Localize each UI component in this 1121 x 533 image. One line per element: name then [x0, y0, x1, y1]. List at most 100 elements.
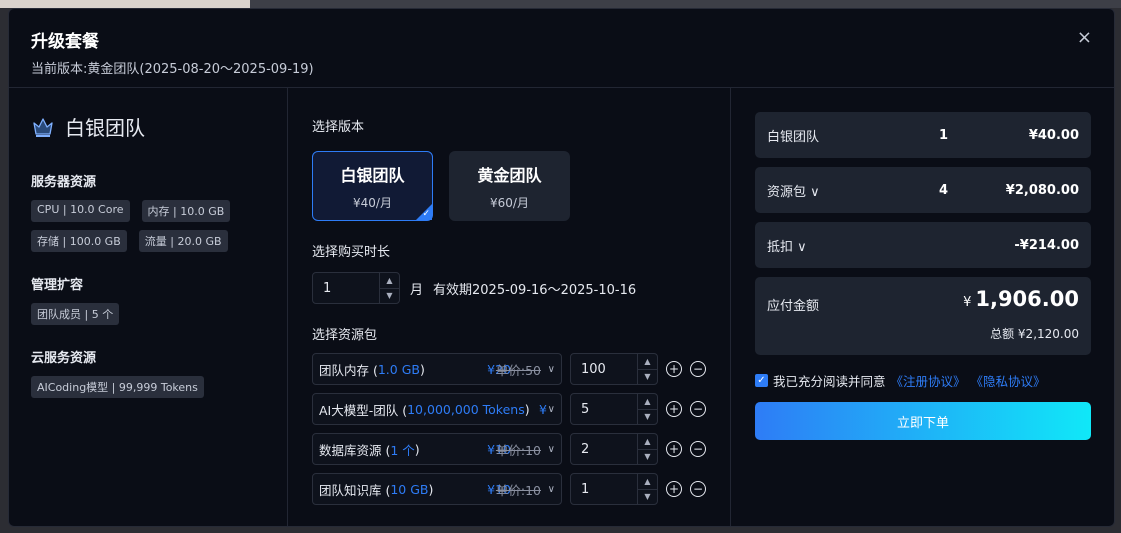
pay-label: 应付金额	[767, 299, 820, 314]
upgrade-modal: 升级套餐 当前版本:黄金团队(2025-08-20～2025-09-19) × …	[8, 8, 1115, 527]
resource-select[interactable]: 团队知识库 (10 GB) ¥10 单价:10 ∨	[312, 473, 562, 505]
close-icon[interactable]: ×	[1077, 27, 1092, 48]
quantity-stepper[interactable]: ▲▼	[570, 353, 658, 385]
summary-amount: ¥40.00	[1028, 127, 1079, 143]
duration-stepper[interactable]: ▲ ▼	[312, 272, 400, 304]
summary-qty: 4	[939, 182, 949, 198]
resource-tag: AICoding模型 | 99,999 Tokens	[31, 376, 204, 398]
chevron-up-icon[interactable]: ▲	[638, 354, 657, 369]
privacy-agreement-link[interactable]: 《隐私协议》	[971, 371, 1046, 390]
version-option-gold[interactable]: 黄金团队 ¥60/月	[449, 151, 570, 221]
payment-card: 应付金额 ¥1,906.00 总额 ¥2,120.00	[755, 277, 1091, 355]
resource-tag: 团队成员 | 5 个	[31, 303, 120, 325]
resource-name: 数据库资源 (	[319, 442, 391, 458]
resource-row: 团队内存 (1.0 GB) ¥20 单价:50 ∨ ▲▼ + −	[312, 353, 730, 385]
quantity-input[interactable]	[571, 434, 637, 464]
resource-name: 团队知识库 (	[319, 482, 391, 498]
minus-circle-icon[interactable]: −	[690, 361, 706, 377]
plan-details: 白银团队 服务器资源 CPU | 10.0 Core 内存 | 10.0 GB …	[9, 88, 288, 526]
version-name: 白银团队	[340, 165, 405, 185]
resource-close: )	[419, 361, 425, 377]
duration-label: 选择购买时长	[312, 245, 391, 260]
currency-symbol: ¥	[963, 295, 972, 310]
resource-tag: 流量 | 20.0 GB	[138, 230, 228, 252]
quantity-stepper[interactable]: ▲▼	[570, 433, 658, 465]
chevron-down-icon: ∨	[547, 443, 555, 455]
summary-qty: 1	[939, 127, 949, 143]
minus-circle-icon[interactable]: −	[690, 401, 706, 417]
chevron-up-icon[interactable]: ▲	[380, 273, 399, 288]
summary-label: 资源包 ∨	[767, 184, 820, 200]
resource-select[interactable]: 团队内存 (1.0 GB) ¥20 单价:50 ∨	[312, 353, 562, 385]
crown-icon	[33, 117, 53, 137]
resource-spec: 1 个	[390, 442, 415, 458]
resource-spec: 10 GB	[390, 481, 429, 497]
resource-row: 数据库资源 (1 个) ¥10 单价:10 ∨ ▲▼ + −	[312, 433, 730, 465]
chevron-down-icon[interactable]: ▼	[638, 448, 657, 465]
plus-circle-icon[interactable]: +	[666, 401, 682, 417]
summary-row-discount[interactable]: 抵扣 ∨ -¥214.00	[755, 222, 1091, 268]
background-strip	[0, 0, 250, 8]
resource-label: 选择资源包	[312, 328, 378, 343]
check-icon: ✓	[422, 209, 430, 219]
version-option-silver[interactable]: 白银团队 ¥40/月 ✓	[312, 151, 433, 221]
resource-tag: CPU | 10.0 Core	[31, 200, 130, 222]
version-price: ¥40/月	[353, 195, 392, 210]
plan-name: 白银团队	[65, 116, 145, 140]
agreement-text: 我已充分阅读并同意	[773, 374, 886, 389]
summary-amount: ¥2,080.00	[1005, 182, 1079, 198]
duration-input[interactable]	[313, 273, 379, 303]
quantity-input[interactable]	[571, 354, 637, 384]
version-name: 黄金团队	[477, 165, 542, 185]
pay-amount-value: 1,906.00	[975, 287, 1079, 311]
chevron-down-icon[interactable]: ▼	[638, 488, 657, 505]
section-title: 云服务资源	[31, 351, 97, 366]
resource-close: )	[414, 441, 420, 457]
register-agreement-link[interactable]: 《注册协议》	[891, 371, 966, 390]
modal-header: 升级套餐 当前版本:黄金团队(2025-08-20～2025-09-19) ×	[9, 9, 1114, 88]
summary-amount: -¥214.00	[1014, 237, 1079, 253]
modal-subtitle: 当前版本:黄金团队(2025-08-20～2025-09-19)	[31, 62, 314, 77]
summary-label: 抵扣 ∨	[767, 239, 807, 255]
chevron-down-icon[interactable]: ▼	[638, 368, 657, 385]
quantity-input[interactable]	[571, 474, 637, 504]
chevron-up-icon[interactable]: ▲	[638, 434, 657, 449]
quantity-input[interactable]	[571, 394, 637, 424]
quantity-stepper[interactable]: ▲▼	[570, 473, 658, 505]
resource-tag: 内存 | 10.0 GB	[141, 200, 231, 222]
resource-close: )	[428, 481, 434, 497]
resource-select[interactable]: AI大模型-团队 (10,000,000 Tokens) ¥ ∨	[312, 393, 562, 425]
chevron-down-icon: ∨	[547, 483, 555, 495]
minus-circle-icon[interactable]: −	[690, 441, 706, 457]
chevron-down-icon: ∨	[547, 403, 555, 415]
order-summary: 白银团队 1 ¥40.00 资源包 ∨ 4 ¥2,080.00 抵扣 ∨ -¥2…	[731, 88, 1114, 526]
plus-circle-icon[interactable]: +	[666, 481, 682, 497]
resource-name: 团队内存 (	[319, 362, 378, 378]
plus-circle-icon[interactable]: +	[666, 361, 682, 377]
agreement: ✓ 我已充分阅读并同意 《注册协议》 《隐私协议》	[755, 371, 1114, 390]
resource-spec: 1.0 GB	[377, 361, 420, 377]
resource-old-price: 单价:10	[495, 482, 541, 498]
plus-circle-icon[interactable]: +	[666, 441, 682, 457]
chevron-down-icon[interactable]: ▼	[380, 287, 399, 304]
resource-select[interactable]: 数据库资源 (1 个) ¥10 单价:10 ∨	[312, 433, 562, 465]
background-strip-dark	[250, 0, 1121, 8]
minus-circle-icon[interactable]: −	[690, 481, 706, 497]
chevron-up-icon[interactable]: ▲	[638, 394, 657, 409]
chevron-down-icon: ∨	[547, 363, 555, 375]
section-title: 服务器资源	[31, 175, 97, 190]
summary-row-resources[interactable]: 资源包 ∨ 4 ¥2,080.00	[755, 167, 1091, 213]
order-button[interactable]: 立即下单	[755, 402, 1091, 440]
agree-checkbox[interactable]: ✓	[755, 374, 768, 387]
resource-old-price: 单价:50	[495, 362, 541, 378]
resource-name: AI大模型-团队 (	[319, 402, 408, 418]
chevron-down-icon[interactable]: ▼	[638, 408, 657, 425]
resource-close: )	[524, 401, 530, 417]
resource-row: AI大模型-团队 (10,000,000 Tokens) ¥ ∨ ▲▼ + −	[312, 393, 730, 425]
resource-spec: 10,000,000 Tokens	[407, 401, 525, 417]
validity-text: 有效期2025-09-16～2025-10-16	[433, 282, 637, 298]
chevron-up-icon[interactable]: ▲	[638, 474, 657, 489]
resource-row: 团队知识库 (10 GB) ¥10 单价:10 ∨ ▲▼ + −	[312, 473, 730, 505]
section-title: 管理扩容	[31, 278, 84, 293]
quantity-stepper[interactable]: ▲▼	[570, 393, 658, 425]
